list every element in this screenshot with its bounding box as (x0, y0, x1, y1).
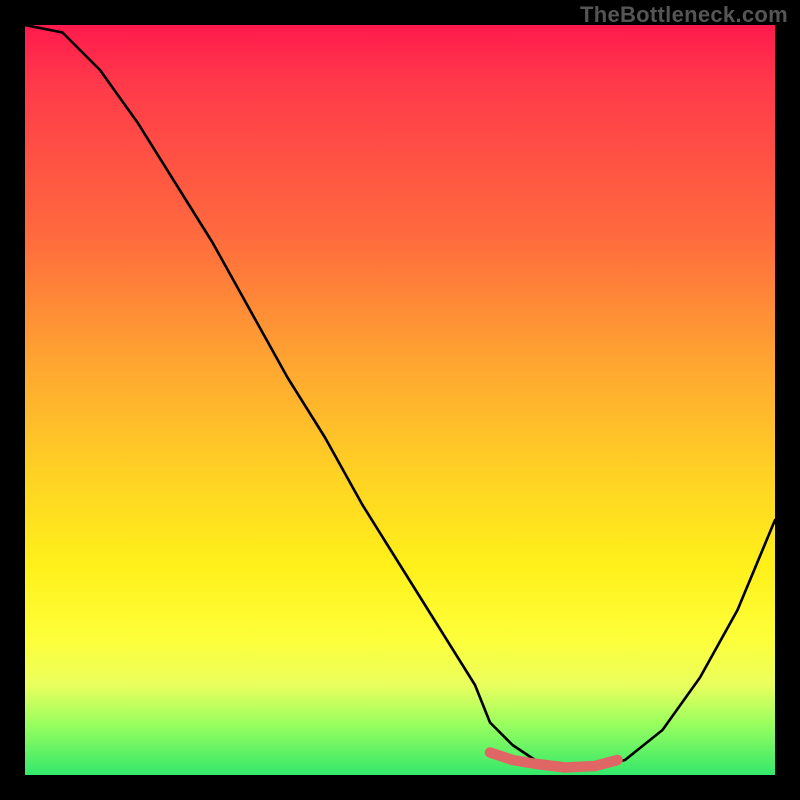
curve-line (25, 25, 775, 768)
highlight-segment (490, 753, 618, 768)
plot-area (25, 25, 775, 775)
chart-frame: TheBottleneck.com (0, 0, 800, 800)
bottleneck-curve (25, 25, 775, 775)
